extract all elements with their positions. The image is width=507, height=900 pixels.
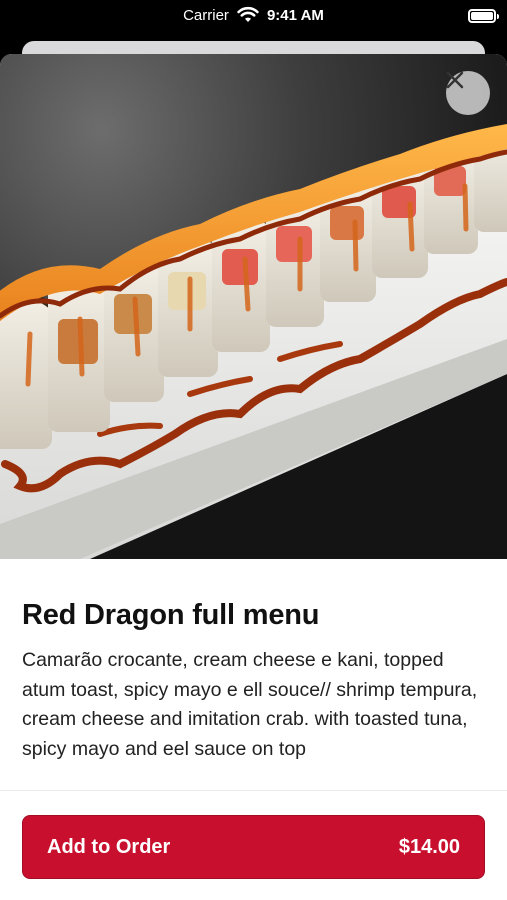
item-price: $14.00 xyxy=(398,835,460,858)
item-title: Red Dragon full menu xyxy=(22,599,320,631)
item-details: Red Dragon full menu Camarão crocante, c… xyxy=(22,597,485,764)
item-description: Camarão crocante, cream cheese e kani, t… xyxy=(22,649,478,760)
status-time: 9:41 AM xyxy=(266,6,324,24)
status-bar: Carrier 9:41 AM xyxy=(0,0,507,36)
order-footer: Add to Order $14.00 xyxy=(0,790,507,900)
add-to-order-button[interactable]: Add to Order $14.00 xyxy=(22,815,485,879)
carrier-label: Carrier xyxy=(183,6,229,24)
battery-icon xyxy=(468,9,499,23)
add-to-order-label: Add to Order xyxy=(47,835,171,858)
status-center: Carrier 9:41 AM xyxy=(0,6,507,24)
item-detail-sheet: Red Dragon full menu Camarão crocante, c… xyxy=(0,54,507,900)
wifi-icon xyxy=(237,6,259,22)
close-icon xyxy=(446,71,464,89)
close-button[interactable] xyxy=(446,71,490,115)
sushi-roll-photo-icon xyxy=(0,124,507,559)
item-photo xyxy=(0,54,507,559)
